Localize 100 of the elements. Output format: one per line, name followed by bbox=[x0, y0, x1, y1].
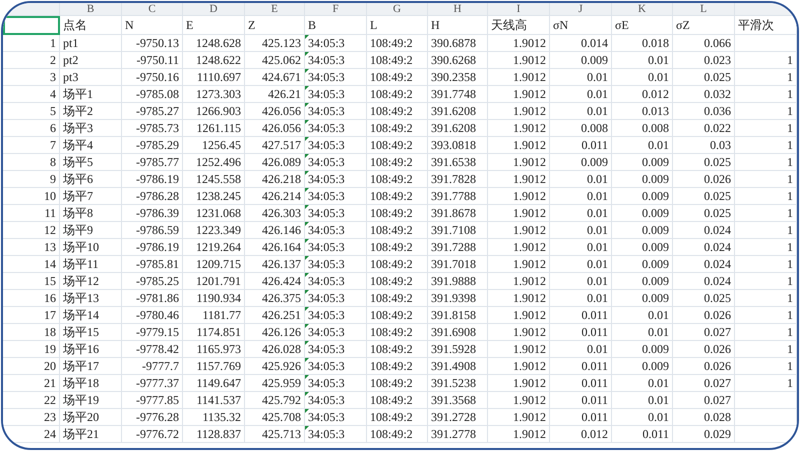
table-cell: 1 bbox=[735, 103, 797, 120]
table-cell: 0.01 bbox=[550, 86, 612, 103]
table-cell: 1.9012 bbox=[488, 120, 550, 137]
table-cell: 1273.303 bbox=[183, 86, 245, 103]
table-cell: 场平19 bbox=[60, 392, 122, 409]
table-cell: -9750.16 bbox=[122, 69, 183, 86]
table-cell: 426.375 bbox=[245, 290, 305, 307]
table-cell: 0.026 bbox=[673, 307, 735, 324]
table-cell: 1.9012 bbox=[488, 324, 550, 341]
table-cell: 场平16 bbox=[60, 341, 122, 358]
table-cell: 1248.628 bbox=[183, 35, 245, 52]
table-cell: 108:49:2 bbox=[367, 69, 428, 86]
table-cell: 426.146 bbox=[245, 222, 305, 239]
column-header: σZ bbox=[673, 16, 735, 35]
selected-cell[interactable] bbox=[3, 16, 60, 35]
table-cell: 1 bbox=[735, 341, 797, 358]
table-cell: 108:49:2 bbox=[367, 409, 428, 426]
column-letter[interactable]: L bbox=[673, 3, 735, 16]
table-cell: -9780.46 bbox=[122, 307, 183, 324]
row-number: 18 bbox=[3, 324, 60, 341]
column-header: σE bbox=[612, 16, 673, 35]
table-cell: 424.671 bbox=[245, 69, 305, 86]
table-cell: 1 bbox=[735, 120, 797, 137]
table-cell: 0.024 bbox=[673, 239, 735, 256]
row-number: 8 bbox=[3, 154, 60, 171]
table-cell: pt1 bbox=[60, 35, 122, 52]
table-cell: 1.9012 bbox=[488, 222, 550, 239]
table-cell: 0.009 bbox=[612, 341, 673, 358]
table-cell: 0.022 bbox=[673, 120, 735, 137]
table-cell: -9777.85 bbox=[122, 392, 183, 409]
table-cell: 426.089 bbox=[245, 154, 305, 171]
table-cell: 108:49:2 bbox=[367, 188, 428, 205]
table-cell: 1165.973 bbox=[183, 341, 245, 358]
table-cell: 426.056 bbox=[245, 103, 305, 120]
column-letter[interactable]: H bbox=[428, 3, 488, 16]
table-cell: 108:49:2 bbox=[367, 375, 428, 392]
row-number: 10 bbox=[3, 188, 60, 205]
table-cell: 0.01 bbox=[550, 273, 612, 290]
table-cell: 场平7 bbox=[60, 188, 122, 205]
table-cell: 1.9012 bbox=[488, 358, 550, 375]
row-number: 21 bbox=[3, 375, 60, 392]
row-number: 5 bbox=[3, 103, 60, 120]
column-letter[interactable]: I bbox=[488, 3, 550, 16]
column-letter[interactable]: D bbox=[183, 3, 245, 16]
column-letter[interactable]: K bbox=[612, 3, 673, 16]
table-cell: 34:05:3 bbox=[305, 273, 367, 290]
table-cell: 1128.837 bbox=[183, 426, 245, 443]
column-letter[interactable]: C bbox=[122, 3, 183, 16]
table-cell: 390.6268 bbox=[428, 52, 488, 69]
table-cell: 426.21 bbox=[245, 86, 305, 103]
table-cell: 1135.32 bbox=[183, 409, 245, 426]
table-cell: 0.066 bbox=[673, 35, 735, 52]
table-cell: 108:49:2 bbox=[367, 273, 428, 290]
table-cell: 场平6 bbox=[60, 171, 122, 188]
column-letter[interactable]: B bbox=[60, 3, 122, 16]
table-cell: 场平11 bbox=[60, 256, 122, 273]
column-letter[interactable]: G bbox=[367, 3, 428, 16]
column-letter[interactable]: J bbox=[550, 3, 612, 16]
table-cell: 34:05:3 bbox=[305, 86, 367, 103]
column-header: 天线高 bbox=[488, 16, 550, 35]
table-cell: 426.214 bbox=[245, 188, 305, 205]
table-cell: 108:49:2 bbox=[367, 239, 428, 256]
table-cell: 场平9 bbox=[60, 222, 122, 239]
column-header: σN bbox=[550, 16, 612, 35]
table-cell: 426.218 bbox=[245, 171, 305, 188]
row-number: 16 bbox=[3, 290, 60, 307]
table-cell: 0.01 bbox=[550, 290, 612, 307]
column-letter[interactable]: F bbox=[305, 3, 367, 16]
table-cell: 0.009 bbox=[550, 154, 612, 171]
table-cell: 108:49:2 bbox=[367, 35, 428, 52]
table-cell: 34:05:3 bbox=[305, 52, 367, 69]
table-cell: 391.8678 bbox=[428, 205, 488, 222]
table-cell: 1.9012 bbox=[488, 205, 550, 222]
table-cell: 0.011 bbox=[550, 375, 612, 392]
table-cell: 426.056 bbox=[245, 120, 305, 137]
column-letter[interactable]: E bbox=[245, 3, 305, 16]
table-cell: 1181.77 bbox=[183, 307, 245, 324]
table-cell: 0.01 bbox=[612, 52, 673, 69]
row-number: 24 bbox=[3, 426, 60, 443]
table-cell: 1.9012 bbox=[488, 341, 550, 358]
column-header: 点名 bbox=[60, 16, 122, 35]
table-cell: 391.6208 bbox=[428, 120, 488, 137]
table-cell: 0.036 bbox=[673, 103, 735, 120]
table-cell: 34:05:3 bbox=[305, 409, 367, 426]
table-cell: 1 bbox=[735, 154, 797, 171]
table-cell: -9776.28 bbox=[122, 409, 183, 426]
table-cell: 0.009 bbox=[612, 290, 673, 307]
table-cell: 0.011 bbox=[550, 409, 612, 426]
table-cell: 1266.903 bbox=[183, 103, 245, 120]
row-number: 17 bbox=[3, 307, 60, 324]
table-cell: 1 bbox=[735, 239, 797, 256]
row-number: 2 bbox=[3, 52, 60, 69]
column-header: B bbox=[305, 16, 367, 35]
table-cell: -9779.15 bbox=[122, 324, 183, 341]
table-cell: -9777.7 bbox=[122, 358, 183, 375]
table-cell: -9785.08 bbox=[122, 86, 183, 103]
table-cell: 1245.558 bbox=[183, 171, 245, 188]
table-cell: 0.025 bbox=[673, 69, 735, 86]
table-cell: 0.011 bbox=[550, 307, 612, 324]
table-cell: 391.7018 bbox=[428, 256, 488, 273]
